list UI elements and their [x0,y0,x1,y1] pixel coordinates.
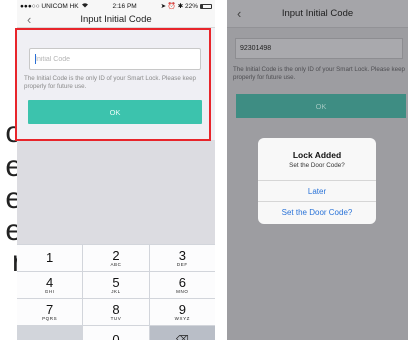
initial-code-hint: The Initial Code is the only ID of your … [233,66,405,81]
key-4[interactable]: 4 GHI [17,272,83,298]
key-blank [17,326,83,340]
key-3[interactable]: 3 DEF [149,245,215,271]
carrier-label: ●●●○○ UNICOM HK [20,2,79,10]
later-button[interactable]: Later [258,180,376,201]
initial-code-input[interactable]: 92301498 [235,38,403,59]
key-0[interactable]: 0 [83,326,149,340]
status-time: 2:16 PM [112,2,137,10]
nav-bar: ‹ Input Initial Code [227,0,408,28]
screenshot-stage: o e e e r ●●●○○ UNICOM HK 2:16 PM ➤ ⏰ ✱ … [0,0,408,340]
page-title: Input Initial Code [281,8,354,19]
initial-code-form: The Initial Code is the only ID of your … [17,28,215,140]
lock-added-alert: Lock Added Set the Door Code? Later Set … [258,138,376,224]
phone-screen-lock-added: ‹ Input Initial Code 92301498 The Initia… [227,0,408,340]
battery-icon [200,3,212,9]
nav-bar: ‹ Input Initial Code [17,12,215,28]
phone-screen-input: ●●●○○ UNICOM HK 2:16 PM ➤ ⏰ ✱ 22% ‹ Inpu… [17,0,215,340]
key-2[interactable]: 2 ABC [83,245,149,271]
empty-area [17,140,215,244]
ok-button[interactable]: OK [28,100,202,124]
set-door-code-button[interactable]: Set the Door Code? [258,201,376,222]
key-9[interactable]: 9 WXYZ [149,299,215,325]
page-title: Input Initial Code [80,14,152,25]
chevron-left-icon[interactable]: ‹ [27,12,31,27]
key-6[interactable]: 6 MNO [149,272,215,298]
status-indicators: ➤ ⏰ ✱ 22% [160,3,198,10]
text-caret [35,54,36,64]
status-bar: ●●●○○ UNICOM HK 2:16 PM ➤ ⏰ ✱ 22% [17,0,215,12]
backspace-icon[interactable]: ⌫ [149,326,215,340]
ok-button[interactable]: OK [236,94,406,118]
key-1[interactable]: 1 [17,245,83,271]
chevron-left-icon[interactable]: ‹ [237,6,241,21]
key-8[interactable]: 8 TUV [83,299,149,325]
key-5[interactable]: 5 JKL [83,272,149,298]
initial-code-input[interactable] [29,48,201,70]
wifi-icon [81,2,89,10]
key-7[interactable]: 7 PQRS [17,299,83,325]
alert-message: Set the Door Code? [289,162,345,169]
numeric-keypad: 1 2 ABC 3 DEF 4 GHI 5 JKL 6 MNO 7 PQRS 8 TUV 9W… [17,244,215,340]
initial-code-hint: The Initial Code is the only ID of your … [24,75,196,90]
alert-title: Lock Added [292,150,342,160]
